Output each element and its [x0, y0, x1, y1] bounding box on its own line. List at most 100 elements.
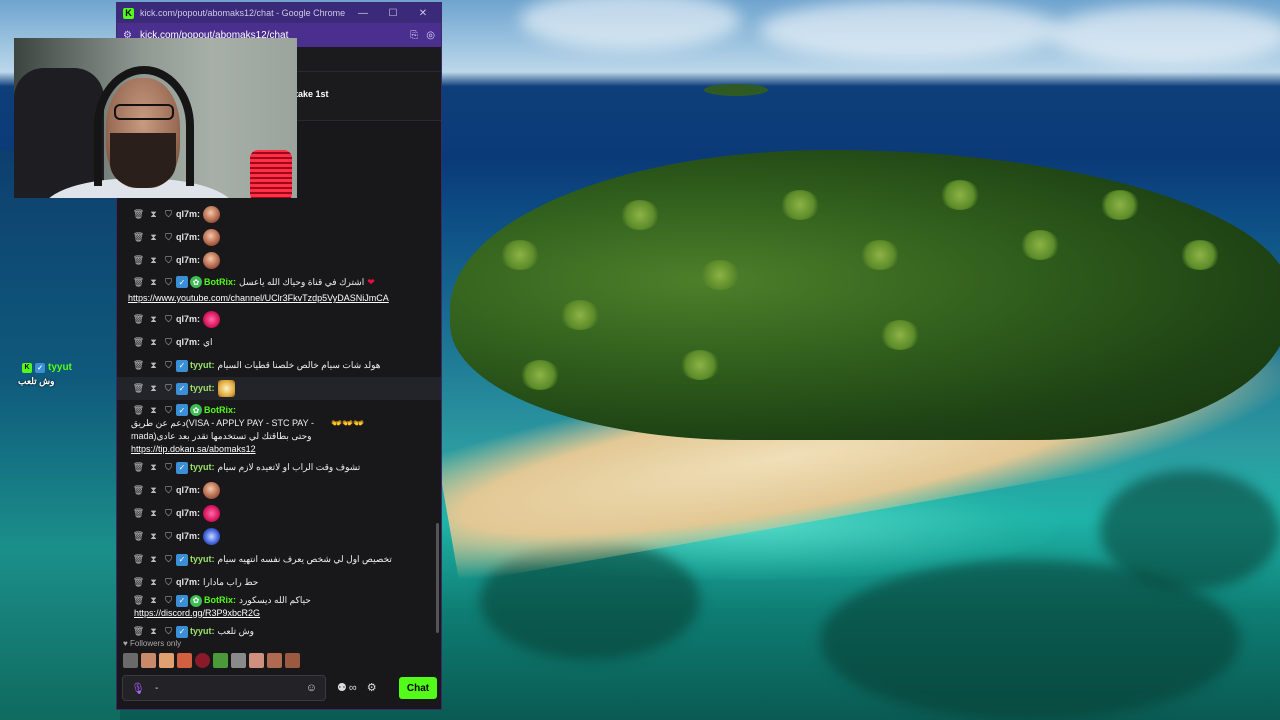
ban-icon[interactable]: ⛉	[161, 507, 176, 520]
chat-scrollbar[interactable]	[436, 523, 439, 633]
microphone-icon[interactable]: 🎙	[131, 682, 145, 695]
ban-icon[interactable]: ⛉	[161, 625, 176, 638]
ban-icon[interactable]: ⛉	[161, 576, 176, 589]
timeout-icon[interactable]: ⧗	[146, 336, 161, 349]
emote-icon[interactable]	[249, 653, 264, 668]
chat-input-value[interactable]: -	[155, 683, 296, 694]
timeout-icon[interactable]: ⧗	[146, 625, 161, 638]
chat-username[interactable]: BotRix:	[204, 594, 236, 607]
timeout-icon[interactable]: ⧗	[146, 231, 161, 244]
ban-icon[interactable]: ⛉	[161, 208, 176, 221]
timeout-icon[interactable]: ⧗	[146, 507, 161, 520]
delete-icon[interactable]: 🗑	[131, 382, 146, 395]
chat-username[interactable]: BotRix:	[204, 276, 236, 289]
chat-username[interactable]: tyyut:	[190, 382, 215, 395]
timeout-icon[interactable]: ⧗	[146, 208, 161, 221]
chat-username[interactable]: tyyut:	[190, 625, 215, 638]
ban-icon[interactable]: ⛉	[161, 231, 176, 244]
timeout-icon[interactable]: ⧗	[146, 254, 161, 267]
ban-icon[interactable]: ⛉	[161, 461, 176, 474]
emote-icon[interactable]	[213, 653, 228, 668]
delete-icon[interactable]: 🗑	[131, 625, 146, 638]
chat-username[interactable]: ql7m:	[176, 530, 200, 543]
delete-icon[interactable]: 🗑	[131, 208, 146, 221]
chat-username[interactable]: ql7m:	[176, 254, 200, 267]
timeout-icon[interactable]: ⧗	[146, 276, 161, 289]
chat-link[interactable]: https://discord.gg/R3P9xbcR2G	[134, 607, 260, 620]
chat-username[interactable]: tyyut:	[190, 553, 215, 566]
translate-icon[interactable]: ⎘	[410, 30, 418, 41]
window-titlebar[interactable]: K kick.com/popout/abomaks12/chat - Googl…	[117, 3, 441, 23]
ban-icon[interactable]: ⛉	[161, 382, 176, 395]
ban-icon[interactable]: ⛉	[161, 313, 176, 326]
timeout-icon[interactable]: ⧗	[146, 576, 161, 589]
chat-input[interactable]: 🎙 - ☺	[122, 675, 326, 701]
chat-message-text: وش تلعب	[217, 626, 255, 636]
delete-icon[interactable]: 🗑	[131, 461, 146, 474]
heart-icon: ♥	[123, 639, 130, 648]
delete-icon[interactable]: 🗑	[131, 336, 146, 349]
delete-icon[interactable]: 🗑	[131, 484, 146, 497]
ban-icon[interactable]: ⛉	[161, 276, 176, 289]
delete-icon[interactable]: 🗑	[131, 254, 146, 267]
chat-username[interactable]: ql7m:	[176, 208, 200, 221]
delete-icon[interactable]: 🗑	[131, 404, 146, 417]
timeout-icon[interactable]: ⧗	[146, 484, 161, 497]
chat-username[interactable]: ql7m:	[176, 336, 200, 349]
emote-icon[interactable]	[231, 653, 246, 668]
eye-off-icon[interactable]: ◎	[426, 30, 435, 41]
infinity-icon[interactable]: ∞	[349, 682, 357, 694]
timeout-icon[interactable]: ⧗	[146, 359, 161, 372]
emote-icon[interactable]	[141, 653, 156, 668]
timeout-icon[interactable]: ⧗	[146, 553, 161, 566]
emote-icon[interactable]	[267, 653, 282, 668]
delete-icon[interactable]: 🗑	[131, 594, 146, 607]
emote-icon[interactable]	[159, 653, 174, 668]
minimize-button[interactable]: —	[351, 8, 375, 19]
ban-icon[interactable]: ⛉	[161, 336, 176, 349]
chat-username[interactable]: tyyut:	[190, 461, 215, 474]
delete-icon[interactable]: 🗑	[131, 530, 146, 543]
close-button[interactable]: ✕	[411, 8, 435, 19]
ban-icon[interactable]: ⛉	[161, 254, 176, 267]
emote-icon[interactable]	[123, 653, 138, 668]
timeout-icon[interactable]: ⧗	[146, 382, 161, 395]
ban-icon[interactable]: ⛉	[161, 404, 176, 417]
ban-icon[interactable]: ⛉	[161, 359, 176, 372]
emote-icon[interactable]	[177, 653, 192, 668]
timeout-icon[interactable]: ⧗	[146, 530, 161, 543]
emoji-picker-icon[interactable]: ☺	[306, 682, 317, 694]
chat-username[interactable]: BotRix:	[204, 404, 236, 417]
timeout-icon[interactable]: ⧗	[146, 404, 161, 417]
chat-username[interactable]: ql7m:	[176, 507, 200, 520]
maximize-button[interactable]: ☐	[381, 8, 405, 19]
gear-icon[interactable]: ⚙	[367, 681, 377, 694]
chat-link[interactable]: https://tip.dokan.sa/abomaks12	[131, 443, 431, 456]
users-icon[interactable]: ⚉	[337, 681, 347, 694]
send-chat-button[interactable]: Chat	[399, 677, 437, 699]
delete-icon[interactable]: 🗑	[131, 553, 146, 566]
delete-icon[interactable]: 🗑	[131, 507, 146, 520]
delete-icon[interactable]: 🗑	[131, 231, 146, 244]
emote-icon[interactable]	[285, 653, 300, 668]
timeout-icon[interactable]: ⧗	[146, 313, 161, 326]
chat-link[interactable]: https://www.youtube.com/channel/UClr3Fkv…	[128, 292, 428, 305]
chat-username[interactable]: ql7m:	[176, 576, 200, 589]
chat-username[interactable]: ql7m:	[176, 231, 200, 244]
timeout-icon[interactable]: ⧗	[146, 461, 161, 474]
delete-icon[interactable]: 🗑	[131, 276, 146, 289]
ban-icon[interactable]: ⛉	[161, 484, 176, 497]
chat-username[interactable]: ql7m:	[176, 313, 200, 326]
bot-badge-icon: ✿	[190, 594, 202, 607]
emote-icon[interactable]	[195, 653, 210, 668]
delete-icon[interactable]: 🗑	[131, 313, 146, 326]
chat-username[interactable]: tyyut:	[190, 359, 215, 372]
ban-icon[interactable]: ⛉	[161, 594, 176, 607]
chat-message: 🗑 ⧗ ⛉ ql7m: حط راب مادارا	[117, 571, 441, 594]
ban-icon[interactable]: ⛉	[161, 530, 176, 543]
delete-icon[interactable]: 🗑	[131, 359, 146, 372]
chat-username[interactable]: ql7m:	[176, 484, 200, 497]
timeout-icon[interactable]: ⧗	[146, 594, 161, 607]
delete-icon[interactable]: 🗑	[131, 576, 146, 589]
ban-icon[interactable]: ⛉	[161, 553, 176, 566]
